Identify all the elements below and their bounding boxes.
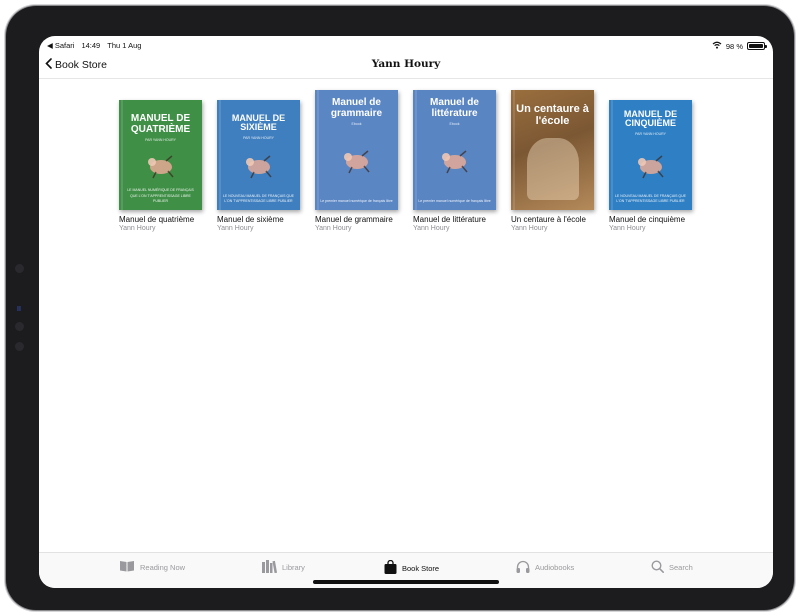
- book-cover[interactable]: MANUEL DE CINQUIÈME PAR YANN HOURY LE NOUV…: [609, 100, 692, 210]
- book-cover-wrapper: MANUEL DE SIXIÈME PAR YANN HOURY LE NOUVEA…: [217, 90, 300, 210]
- status-date: Thu 1 Aug: [107, 41, 142, 50]
- tab-audiobooks[interactable]: Audiobooks: [516, 560, 574, 575]
- battery-icon: [747, 42, 767, 50]
- cover-subtitle: PAR YANN HOURY: [635, 131, 666, 136]
- book-cover-wrapper: Manuel de littérature Ebook Le premier man…: [413, 90, 496, 210]
- tab-reading-now[interactable]: Reading Now: [119, 560, 185, 574]
- status-bar: ◀ Safari 14:49 Thu 1 Aug 98 %: [39, 36, 773, 52]
- cover-subtitle: PAR YANN HOURY: [243, 135, 274, 140]
- book-title[interactable]: Manuel de quatrième: [119, 215, 202, 224]
- book-author[interactable]: Yann Houry: [609, 225, 692, 232]
- book-item[interactable]: Un centaure à l'école Un centaure à l'éco…: [511, 90, 594, 232]
- headphones-icon: [516, 560, 530, 575]
- book-item[interactable]: MANUEL DE CINQUIÈME PAR YANN HOURY LE NOUV…: [609, 90, 692, 232]
- wifi-icon: [712, 41, 722, 51]
- side-button: [15, 264, 24, 273]
- tab-label: Audiobooks: [535, 563, 575, 572]
- book-cover[interactable]: MANUEL DE SIXIÈME PAR YANN HOURY LE NOUVEA…: [217, 100, 300, 210]
- cover-title: Manuel de littérature: [430, 97, 479, 119]
- cover-footer-text: Le premier manuel numérique de français …: [320, 198, 393, 203]
- tab-label: Library: [282, 563, 305, 572]
- cover-title: Manuel de grammaire: [330, 97, 383, 119]
- cover-subtitle: Ebook: [449, 122, 460, 126]
- book-cover-wrapper: MANUEL DE QUATRIÈME PAR YANN HOURY LE MANU…: [119, 90, 202, 210]
- book-cover-wrapper: MANUEL DE CINQUIÈME PAR YANN HOURY LE NOUV…: [609, 90, 692, 210]
- book-cover[interactable]: Un centaure à l'école: [511, 90, 594, 210]
- cover-illustration: [634, 153, 668, 184]
- cover-footer-text: LE NOUVEAU MANUEL DE FRANÇAIS QUE L'ON T…: [222, 193, 295, 203]
- cover-title: MANUEL DE QUATRIÈME: [130, 113, 191, 135]
- pencil-indicator: II: [17, 306, 21, 313]
- book-title[interactable]: Manuel de grammaire: [315, 215, 398, 224]
- tab-search[interactable]: Search: [651, 560, 693, 575]
- book-title[interactable]: Un centaure à l'école: [511, 215, 594, 224]
- cover-illustration: [340, 148, 374, 179]
- app-screen: ◀ Safari 14:49 Thu 1 Aug 98 % Book Store…: [39, 36, 773, 588]
- battery-percent: 98 %: [725, 41, 743, 51]
- cover-subtitle: PAR YANN HOURY: [145, 138, 176, 142]
- cover-illustration: [438, 148, 472, 179]
- cover-title: MANUEL DE CINQUIÈME: [623, 109, 678, 129]
- book-item[interactable]: Manuel de littérature Ebook Le premier man…: [413, 90, 496, 232]
- book-author[interactable]: Yann Houry: [217, 225, 300, 232]
- book-item[interactable]: MANUEL DE SIXIÈME PAR YANN HOURY LE NOUVEA…: [217, 90, 300, 232]
- status-time: 14:49: [81, 41, 101, 50]
- cover-footer-text: LE NOUVEAU MANUEL DE FRANÇAIS QUE L'ON T…: [614, 193, 687, 203]
- book-author[interactable]: Yann Houry: [511, 225, 594, 232]
- side-button: [15, 342, 24, 351]
- cover-footer-text: Le premier manuel numérique de français …: [418, 198, 491, 203]
- book-author[interactable]: Yann Houry: [413, 225, 496, 232]
- book-open-icon: [119, 560, 135, 574]
- ipad-frame: II ◀ Safari 14:49 Thu 1 Aug 98 % Book St…: [6, 6, 794, 610]
- book-author[interactable]: Yann Houry: [315, 225, 398, 232]
- cover-illustration: [144, 153, 178, 184]
- tab-library[interactable]: Library: [261, 560, 305, 575]
- side-button: [15, 322, 24, 331]
- book-cover-wrapper: Manuel de grammaire Ebook Le premier manue…: [315, 90, 398, 210]
- cover-subtitle: Ebook: [351, 122, 362, 126]
- cover-painting: [527, 138, 579, 200]
- book-grid: MANUEL DE QUATRIÈME PAR YANN HOURY LE MANU…: [119, 90, 692, 232]
- tab-label: Search: [669, 563, 693, 572]
- library-icon: [261, 560, 278, 575]
- book-title[interactable]: Manuel de littérature: [413, 215, 496, 224]
- back-to-app-link[interactable]: ◀ Safari: [47, 41, 74, 50]
- book-cover[interactable]: Manuel de grammaire Ebook Le premier manue…: [315, 90, 398, 210]
- tab-book-store[interactable]: Book Store: [384, 559, 440, 576]
- book-title[interactable]: Manuel de cinquième: [609, 215, 692, 224]
- book-cover[interactable]: MANUEL DE QUATRIÈME PAR YANN HOURY LE MANU…: [119, 100, 202, 210]
- cover-title: MANUEL DE SIXIÈME: [231, 113, 286, 133]
- page-title: Yann Houry: [371, 58, 441, 70]
- navigation-bar: Book Store Yann Houry: [39, 52, 773, 79]
- cover-footer-text: LE MANUEL NUMÉRIQUE DE FRANÇAIS QUE L'ON…: [127, 188, 194, 203]
- book-cover[interactable]: Manuel de littérature Ebook Le premier man…: [413, 90, 496, 210]
- tab-label: Book Store: [402, 563, 440, 573]
- cover-illustration: [242, 153, 276, 184]
- home-indicator[interactable]: [313, 580, 499, 584]
- book-title[interactable]: Manuel de sixième: [217, 215, 300, 224]
- search-icon: [651, 560, 664, 575]
- tab-label: Reading Now: [140, 562, 186, 572]
- book-author[interactable]: Yann Houry: [119, 225, 202, 232]
- cover-title: Un centaure à l'école: [516, 103, 589, 127]
- book-cover-wrapper: Un centaure à l'école: [511, 90, 594, 210]
- shopping-bag-icon: [384, 559, 397, 576]
- book-item[interactable]: Manuel de grammaire Ebook Le premier manue…: [315, 90, 398, 232]
- book-item[interactable]: MANUEL DE QUATRIÈME PAR YANN HOURY LE MANU…: [119, 90, 202, 232]
